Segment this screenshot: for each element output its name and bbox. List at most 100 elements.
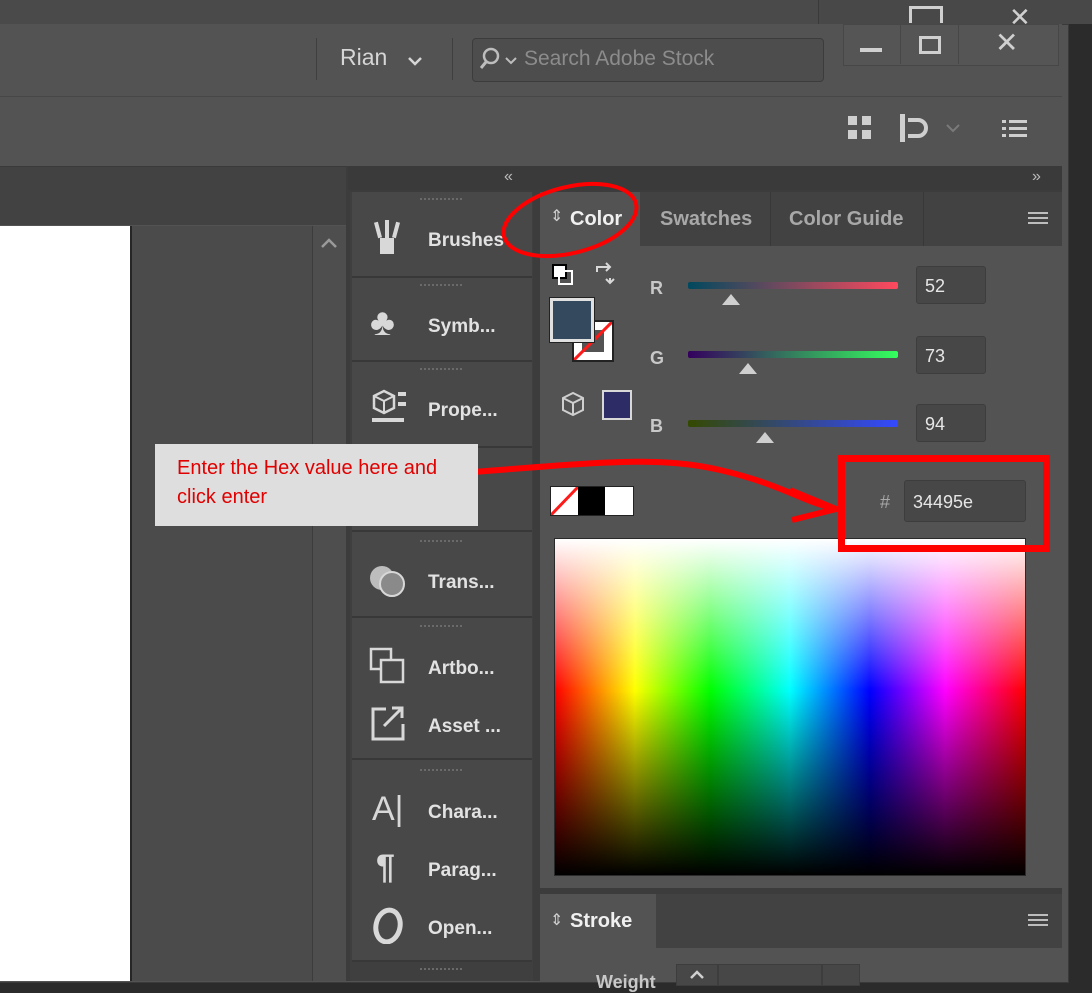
stroke-panel-body: Weight xyxy=(540,948,1062,992)
swap-fill-stroke-icon[interactable] xyxy=(592,262,618,288)
black-swatch[interactable] xyxy=(578,487,605,515)
search-placeholder: Search Adobe Stock xyxy=(524,47,715,70)
opentype-icon xyxy=(373,907,403,944)
tab-label: Stroke xyxy=(570,910,633,932)
hex-highlight-box xyxy=(838,455,1050,552)
minimize-icon xyxy=(860,48,882,52)
background-window-controls: ✕ xyxy=(818,0,1092,32)
weight-dropdown[interactable] xyxy=(822,964,860,986)
bg-restore-icon xyxy=(909,6,943,23)
weight-input[interactable] xyxy=(718,964,822,986)
arrange-documents-icon[interactable] xyxy=(846,114,874,142)
blue-value-field[interactable]: 94 xyxy=(916,404,986,442)
panel-label: Artbo... xyxy=(428,658,495,679)
red-slider-thumb[interactable] xyxy=(721,294,740,305)
panel-label: Parag... xyxy=(428,860,497,881)
web-safe-swatch[interactable] xyxy=(602,390,632,420)
tab-reorder-icon: ⇕ xyxy=(550,912,564,929)
drag-handle[interactable] xyxy=(420,968,462,974)
panel-label: Open... xyxy=(428,918,493,939)
maximize-icon xyxy=(919,36,941,54)
artboard[interactable] xyxy=(0,226,130,981)
green-slider-thumb[interactable] xyxy=(739,363,758,374)
tab-swatches[interactable]: Swatches xyxy=(640,192,771,246)
panel-label: Chara... xyxy=(428,802,498,823)
separator xyxy=(452,38,453,80)
tab-stroke[interactable]: ⇕ Stroke xyxy=(540,894,656,948)
canvas-pasteboard[interactable] xyxy=(130,226,314,981)
fill-swatch[interactable] xyxy=(550,298,594,342)
close-button[interactable]: ✕ xyxy=(958,24,1057,64)
character-icon: A| xyxy=(372,790,404,828)
chevron-down-icon[interactable] xyxy=(944,120,962,136)
tab-label: Swatches xyxy=(660,208,753,230)
dock-header: « » xyxy=(348,166,1062,190)
red-value-field[interactable]: 52 xyxy=(916,266,986,304)
scroll-up-icon[interactable] xyxy=(319,236,339,250)
panel-item-paragraph[interactable]: ¶ Parag... xyxy=(368,848,532,892)
tab-label: Color Guide xyxy=(789,208,904,230)
tab-color-guide[interactable]: Color Guide xyxy=(771,192,924,246)
paragraph-icon: ¶ xyxy=(376,848,395,886)
properties-icon xyxy=(372,389,406,422)
weight-stepper-up[interactable] xyxy=(676,964,718,986)
color-spectrum[interactable] xyxy=(554,538,1026,876)
white-swatch[interactable] xyxy=(605,487,633,515)
maximize-button[interactable] xyxy=(900,24,959,64)
brushes-icon xyxy=(373,220,401,254)
tab-color[interactable]: ⇕ Color xyxy=(540,192,640,246)
panel-menu-icon[interactable] xyxy=(1028,914,1048,929)
minimize-button[interactable] xyxy=(844,24,902,64)
panel-item-transparency[interactable]: Trans... xyxy=(368,560,532,604)
drag-handle[interactable] xyxy=(420,284,462,290)
tab-reorder-icon: ⇕ xyxy=(550,208,564,225)
panel-label: Asset ... xyxy=(428,716,501,737)
panel-item-artboards[interactable]: Artbo... xyxy=(368,646,532,690)
green-slider-track[interactable] xyxy=(688,351,898,358)
search-icon xyxy=(480,47,517,69)
none-swatch[interactable] xyxy=(551,487,578,515)
drag-handle[interactable] xyxy=(420,769,462,775)
panel-item-brushes[interactable]: Brushes xyxy=(368,218,532,262)
out-of-web-gamut-cube-icon[interactable] xyxy=(560,390,586,418)
chevron-down-icon[interactable] xyxy=(406,52,424,70)
blue-slider-thumb[interactable] xyxy=(756,432,775,443)
none-slash-icon xyxy=(551,487,578,515)
callout-text: Enter the Hex value here and click enter xyxy=(177,457,438,508)
panel-item-properties[interactable]: Prope... xyxy=(368,388,532,432)
collapse-left-icon[interactable]: « xyxy=(504,168,513,186)
document-tab-strip xyxy=(0,166,346,225)
panel-item-character[interactable]: A| Chara... xyxy=(368,790,532,834)
blue-slider-track[interactable] xyxy=(688,420,898,427)
drag-handle[interactable] xyxy=(420,368,462,374)
align-panel-icon[interactable] xyxy=(898,112,932,144)
panel-menu-icon[interactable] xyxy=(1028,212,1048,227)
quick-swatches xyxy=(550,486,634,516)
list-menu-icon[interactable] xyxy=(1002,118,1028,140)
vertical-scrollbar[interactable] xyxy=(312,226,347,981)
channel-label-g: G xyxy=(650,348,665,368)
panel-label: Brushes xyxy=(428,230,505,251)
panel-label: Prope... xyxy=(428,400,498,421)
user-name[interactable]: Rian xyxy=(340,44,387,71)
red-slider-track[interactable] xyxy=(688,282,898,289)
drag-handle[interactable] xyxy=(420,198,462,204)
chevron-up-icon xyxy=(690,970,704,979)
channel-label-r: R xyxy=(650,278,663,298)
weight-label: Weight xyxy=(596,972,656,992)
separator xyxy=(316,38,317,80)
panel-item-asset-export[interactable]: Asset ... xyxy=(368,704,532,748)
panel-label: Symb... xyxy=(428,316,496,337)
tab-label: Color xyxy=(570,208,623,230)
artboards-icon xyxy=(369,647,405,684)
drag-handle[interactable] xyxy=(420,540,462,546)
asset-export-icon xyxy=(371,706,405,741)
expand-right-icon[interactable]: » xyxy=(1032,168,1041,186)
default-fill-stroke-icon[interactable] xyxy=(550,262,576,288)
panel-item-opentype[interactable]: Open... xyxy=(368,906,532,950)
green-value-field[interactable]: 73 xyxy=(916,336,986,374)
channel-label-b: B xyxy=(650,416,663,436)
club-symbol-icon: ♣ xyxy=(370,302,395,344)
drag-handle[interactable] xyxy=(420,625,462,631)
panel-item-symbols[interactable]: ♣ Symb... xyxy=(368,302,532,348)
